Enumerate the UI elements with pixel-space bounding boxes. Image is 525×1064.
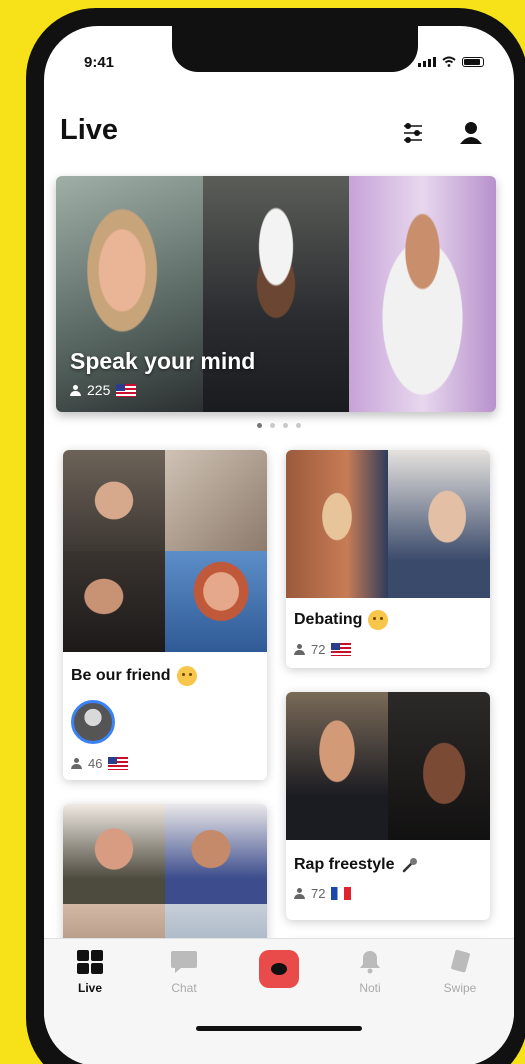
tab-swipe[interactable]: Swipe [430, 949, 490, 995]
stream-thumbnail [63, 551, 165, 652]
stream-thumbnail [388, 692, 490, 840]
live-room-meta: 72 [294, 886, 482, 901]
tab-label: Swipe [443, 981, 477, 995]
tab-live[interactable]: Live [60, 949, 120, 995]
smiling-halo-emoji [176, 666, 197, 686]
page-dot[interactable] [257, 423, 262, 428]
cards-icon [451, 949, 470, 973]
tab-label: Noti [359, 981, 381, 995]
status-icons [418, 56, 484, 67]
us-flag-icon [331, 643, 352, 656]
viewers-icon [294, 888, 305, 899]
stream-thumbnail [56, 176, 203, 412]
stream-thumbnail [63, 450, 165, 551]
stream-thumbnail-grid [63, 450, 267, 652]
tab-notifications[interactable]: Noti [340, 949, 400, 995]
bottom-tab-bar: Live Chat Noti Swipe [44, 938, 514, 1064]
smiling-emoji [368, 610, 389, 630]
featured-live-card[interactable]: Speak your mind 225 [56, 176, 496, 412]
avatar[interactable] [71, 700, 115, 744]
viewers-icon [71, 758, 82, 769]
fr-flag-icon [331, 887, 352, 900]
home-indicator [196, 1026, 362, 1031]
phone-frame: 9:41 Live Speak your mind 225 Be our fri… [26, 8, 525, 1064]
stream-thumbnail [63, 804, 165, 904]
live-room-meta: 225 [70, 382, 137, 398]
bell-icon [360, 951, 380, 974]
sliders-icon[interactable] [400, 120, 426, 146]
live-room-card[interactable]: Rap freestyle 72 [286, 692, 490, 920]
stream-thumbnail [349, 176, 496, 412]
page-dot[interactable] [283, 423, 288, 428]
tab-label: Live [77, 981, 102, 995]
stream-thumbnail [286, 692, 388, 840]
tab-chat[interactable]: Chat [154, 949, 214, 995]
app-screen: 9:41 Live Speak your mind 225 Be our fri… [44, 26, 514, 1064]
camera-record-icon [259, 950, 299, 988]
tab-camera[interactable] [249, 949, 309, 989]
phone-notch [172, 26, 418, 72]
stream-thumbnail [165, 450, 267, 551]
signal-icon [418, 57, 436, 67]
viewer-count: 225 [87, 382, 111, 398]
grid-icon [77, 950, 103, 974]
live-room-title: Speak your mind [70, 348, 256, 374]
live-room-title: Debating [294, 610, 482, 630]
carousel-indicator [44, 423, 514, 428]
stream-thumbnail [165, 804, 267, 904]
tab-label: Chat [171, 981, 197, 995]
viewers-icon [294, 644, 305, 655]
live-room-title: Rap freestyle [294, 856, 482, 874]
page-title: Live [60, 114, 119, 146]
room-title-text: Rap freestyle [294, 856, 395, 873]
us-flag-icon [108, 757, 129, 770]
room-title-text: Be our friend [71, 667, 171, 684]
stream-thumbnail-grid [286, 450, 490, 598]
stream-thumbnail [202, 176, 350, 412]
viewer-count: 72 [311, 886, 326, 901]
us-flag-icon [116, 383, 137, 397]
chat-bubble-icon [171, 951, 197, 973]
live-room-meta: 46 [71, 756, 259, 771]
viewers-icon [70, 384, 81, 396]
page-dot[interactable] [296, 423, 301, 428]
page-dot[interactable] [270, 423, 275, 428]
live-room-card[interactable]: Be our friend 46 [63, 450, 267, 780]
viewer-count: 46 [88, 756, 103, 771]
status-time: 9:41 [84, 54, 115, 71]
battery-icon [462, 57, 484, 67]
live-room-meta: 72 [294, 642, 482, 657]
profile-icon[interactable] [458, 120, 484, 146]
live-room-card[interactable]: Debating 72 [286, 450, 490, 668]
stream-thumbnail-grid [286, 692, 490, 840]
stream-thumbnail [286, 450, 388, 598]
wifi-icon [442, 56, 456, 67]
stream-thumbnail [165, 551, 267, 652]
stream-thumbnail [388, 450, 490, 598]
viewer-count: 72 [311, 642, 326, 657]
microphone-emoji [402, 858, 417, 873]
live-room-title: Be our friend [71, 666, 259, 686]
room-title-text: Debating [294, 611, 363, 628]
